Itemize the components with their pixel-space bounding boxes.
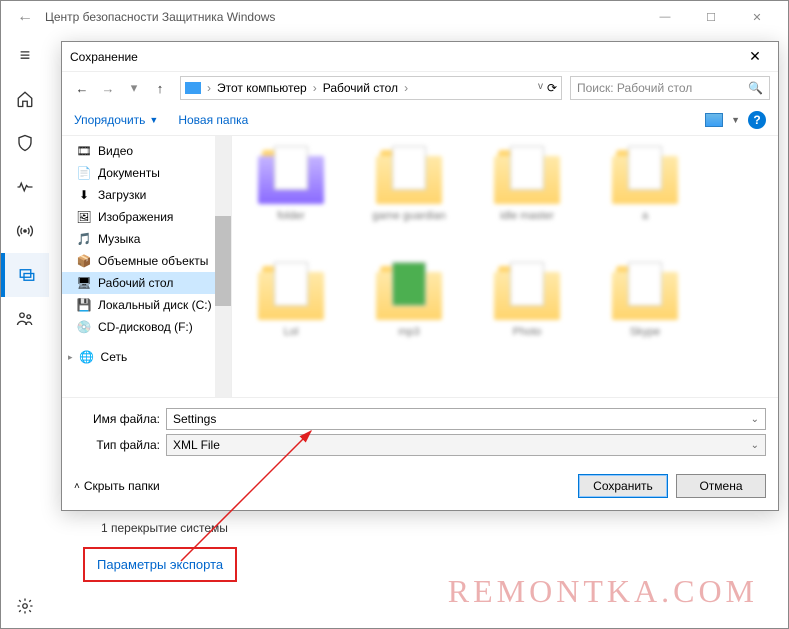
filename-label: Имя файла: — [74, 412, 160, 426]
tree-item-music[interactable]: 🎵Музыка — [62, 228, 231, 250]
maximize-button[interactable]: ☐ — [688, 1, 734, 33]
tree-item-documents[interactable]: 📄Документы — [62, 162, 231, 184]
watermark: REMONTKA.COM — [448, 573, 758, 610]
settings-icon[interactable] — [1, 584, 49, 628]
tree-item-localdisk[interactable]: 💾Локальный диск (C:) — [62, 294, 231, 316]
heart-icon[interactable] — [1, 165, 49, 209]
dialog-titlebar: Сохранение ✕ — [62, 42, 778, 72]
folder-item[interactable]: Skype — [590, 262, 700, 372]
breadcrumb[interactable]: › Этот компьютер › Рабочий стол › v ⟳ — [180, 76, 562, 100]
scrollbar-thumb[interactable] — [215, 216, 231, 306]
defender-sidebar: ≡ — [1, 33, 49, 628]
new-folder-button[interactable]: Новая папка — [178, 113, 248, 127]
tree-item-network[interactable]: ▸🌐Сеть — [62, 346, 231, 368]
main-title: Центр безопасности Защитника Windows — [41, 10, 642, 24]
drive-icon: 💾 — [76, 298, 92, 312]
filetype-select[interactable]: XML File ⌄ — [166, 434, 766, 456]
nav-up-button[interactable]: ↑ — [148, 76, 172, 100]
save-button[interactable]: Сохранить — [578, 474, 668, 498]
folder-item[interactable]: a — [590, 146, 700, 256]
documents-icon: 📄 — [76, 166, 92, 180]
help-icon[interactable]: ? — [748, 111, 766, 129]
folder-item[interactable]: game guardian — [354, 146, 464, 256]
save-dialog: Сохранение ✕ ← → ▾ ↑ › Этот компьютер › … — [61, 41, 779, 511]
dialog-title: Сохранение — [70, 50, 740, 64]
breadcrumb-dropdown-icon[interactable]: v — [538, 81, 543, 95]
organize-button[interactable]: Упорядочить ▼ — [74, 113, 158, 127]
folder-item[interactable]: mp3 — [354, 262, 464, 372]
nav-history-button[interactable]: ▾ — [122, 76, 146, 100]
tree-item-pictures[interactable]: 🖼Изображения — [62, 206, 231, 228]
tree-item-desktop[interactable]: 🖥Рабочий стол — [62, 272, 231, 294]
chevron-down-icon[interactable]: ⌄ — [751, 440, 759, 451]
folder-item[interactable]: Lol — [236, 262, 346, 372]
chevron-down-icon[interactable]: ⌄ — [751, 414, 759, 425]
overlay-count-text: 1 перекрытие системы — [101, 521, 228, 535]
pc-icon — [185, 82, 201, 94]
search-placeholder: Поиск: Рабочий стол — [577, 81, 692, 95]
search-icon: 🔍 — [748, 81, 763, 95]
nav-back-button[interactable]: ← — [70, 76, 94, 100]
chevron-down-icon: ▼ — [149, 115, 158, 125]
tree-item-3dobjects[interactable]: 📦Объемные объекты — [62, 250, 231, 272]
breadcrumb-folder[interactable]: Рабочий стол — [323, 81, 398, 95]
menu-icon[interactable]: ≡ — [1, 33, 49, 77]
home-icon[interactable] — [1, 77, 49, 121]
folder-item[interactable]: idle master — [472, 146, 582, 256]
chevron-right-icon: › — [313, 81, 317, 95]
dialog-close-button[interactable]: ✕ — [740, 48, 770, 65]
scrollbar[interactable] — [215, 136, 231, 397]
hide-folders-button[interactable]: ˄ Скрыть папки — [74, 479, 160, 493]
app-control-icon[interactable] — [1, 253, 49, 297]
filetype-label: Тип файла: — [74, 438, 160, 452]
tree-item-downloads[interactable]: ⬇Загрузки — [62, 184, 231, 206]
pictures-icon: 🖼 — [76, 210, 92, 224]
desktop-icon: 🖥 — [76, 276, 92, 290]
family-icon[interactable] — [1, 297, 49, 341]
network-icon: 🌐 — [79, 350, 95, 364]
refresh-icon[interactable]: ⟳ — [547, 81, 557, 95]
video-icon: 🎞 — [76, 144, 92, 158]
downloads-icon: ⬇ — [76, 188, 92, 202]
chevron-down-icon[interactable]: ▼ — [731, 115, 740, 125]
antenna-icon[interactable] — [1, 209, 49, 253]
files-pane[interactable]: folder game guardian idle master a Lol m… — [232, 136, 778, 397]
filename-input[interactable]: Settings ⌄ — [166, 408, 766, 430]
tree-item-video[interactable]: 🎞Видео — [62, 140, 231, 162]
minimize-button[interactable]: — — [642, 1, 688, 33]
main-titlebar: ← Центр безопасности Защитника Windows —… — [1, 1, 788, 33]
back-button[interactable]: ← — [9, 8, 41, 26]
cd-icon: 💿 — [76, 320, 92, 334]
folder-tree[interactable]: 🎞Видео 📄Документы ⬇Загрузки 🖼Изображения… — [62, 136, 232, 397]
close-button[interactable]: ✕ — [734, 1, 780, 33]
folder-item[interactable]: Photo — [472, 262, 582, 372]
folder-item[interactable]: folder — [236, 146, 346, 256]
cancel-button[interactable]: Отмена — [676, 474, 766, 498]
chevron-right-icon: ▸ — [68, 352, 73, 363]
cube-icon: 📦 — [76, 254, 92, 268]
nav-forward-button[interactable]: → — [96, 76, 120, 100]
export-params-link[interactable]: Параметры экспорта — [83, 547, 237, 582]
view-mode-button[interactable] — [705, 113, 723, 127]
chevron-up-icon: ˄ — [74, 481, 80, 492]
search-input[interactable]: Поиск: Рабочий стол 🔍 — [570, 76, 770, 100]
shield-icon[interactable] — [1, 121, 49, 165]
chevron-right-icon: › — [207, 81, 211, 95]
chevron-right-icon: › — [404, 81, 408, 95]
tree-item-cddrive[interactable]: 💿CD-дисковод (F:) — [62, 316, 231, 338]
music-icon: 🎵 — [76, 232, 92, 246]
breadcrumb-pc[interactable]: Этот компьютер — [217, 81, 307, 95]
